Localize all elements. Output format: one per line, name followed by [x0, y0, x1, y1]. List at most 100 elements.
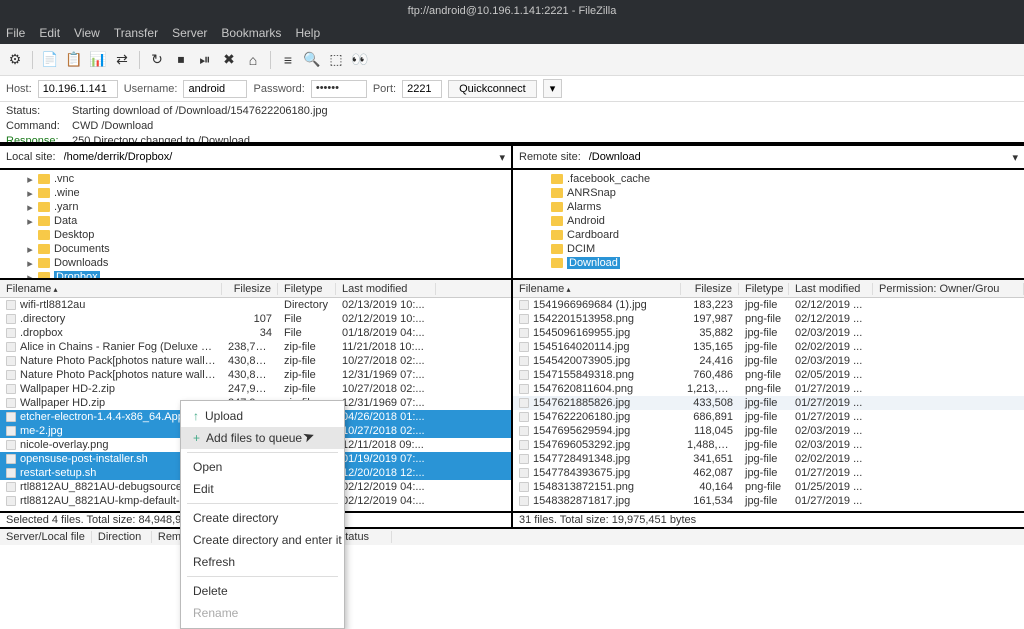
tree-item[interactable]: ▸Documents [4, 242, 507, 256]
file-row[interactable]: 1547696053292.jpg1,488,196jpg-file02/03/… [513, 438, 1024, 452]
file-row[interactable]: 1547784393675.jpg462,087jpg-file01/27/20… [513, 466, 1024, 480]
toolbar-icon[interactable]: 📋 [65, 51, 83, 69]
toolbar-icon[interactable]: ✖ [220, 51, 238, 69]
toolbar-icon[interactable]: ⌂ [244, 51, 262, 69]
col-modified[interactable]: Last modified [789, 283, 873, 295]
transfer-queue-header[interactable]: Server/Local fileDirectionRemoteityStatu… [0, 527, 1024, 545]
toolbar-icon[interactable]: 👀 [351, 51, 369, 69]
queue-col[interactable]: Direction [92, 531, 152, 543]
file-row[interactable]: .dropbox34File01/18/2019 04:... [0, 326, 511, 340]
local-site-input[interactable] [64, 151, 492, 163]
expand-icon[interactable]: ▸ [26, 243, 34, 256]
host-input[interactable] [38, 80, 118, 98]
tree-item[interactable]: Desktop [4, 228, 507, 242]
local-tree[interactable]: ▸.vnc▸.wine▸.yarn▸DataDesktop▸Documents▸… [0, 170, 511, 280]
menu-bookmarks[interactable]: Bookmarks [221, 26, 281, 40]
toolbar-icon[interactable]: ⚙ [6, 51, 24, 69]
expand-icon[interactable]: ▸ [26, 257, 34, 270]
file-row[interactable]: Wallpaper HD-2.zip247,995,...zip-file10/… [0, 382, 511, 396]
tree-item[interactable]: .facebook_cache [517, 172, 1020, 186]
col-filetype[interactable]: Filetype [278, 283, 336, 295]
menu-server[interactable]: Server [172, 26, 207, 40]
tree-item[interactable]: Cardboard [517, 228, 1020, 242]
remote-site-input[interactable] [589, 151, 1005, 163]
file-row[interactable]: 1545164020114.jpg135,165jpg-file02/02/20… [513, 340, 1024, 354]
expand-icon[interactable]: ▸ [26, 215, 34, 228]
file-row[interactable]: 1547695629594.jpg118,045jpg-file02/03/20… [513, 424, 1024, 438]
toolbar-icon[interactable]: ≡ [279, 51, 297, 69]
tree-item[interactable]: ▸.vnc [4, 172, 507, 186]
file-row[interactable]: 1547620811604.png1,213,770png-file01/27/… [513, 382, 1024, 396]
remote-site-dropdown-icon[interactable]: ▾ [1012, 151, 1018, 164]
file-row[interactable]: 1547728491348.jpg341,651jpg-file02/02/20… [513, 452, 1024, 466]
local-list-header[interactable]: Filename Filesize Filetype Last modified [0, 280, 511, 298]
file-row[interactable]: 1548313872151.png40,164png-file01/25/201… [513, 480, 1024, 494]
toolbar-icon[interactable]: ⏹ [172, 51, 190, 69]
col-filesize[interactable]: Filesize [222, 283, 278, 295]
menu-file[interactable]: File [6, 26, 25, 40]
col-filetype[interactable]: Filetype [739, 283, 789, 295]
tree-item[interactable]: ▸.yarn [4, 200, 507, 214]
col-filename[interactable]: Filename [513, 283, 681, 295]
context-open[interactable]: Open [181, 456, 344, 478]
tree-item[interactable]: Android [517, 214, 1020, 228]
tree-item[interactable]: Download [517, 256, 1020, 270]
toolbar-icon[interactable]: 📄 [41, 51, 59, 69]
queue-col[interactable]: Server/Local file [0, 531, 92, 543]
port-input[interactable] [402, 80, 442, 98]
expand-icon[interactable]: ▸ [26, 187, 34, 200]
toolbar-icon[interactable]: ⬚ [327, 51, 345, 69]
menu-transfer[interactable]: Transfer [114, 26, 158, 40]
menu-help[interactable]: Help [295, 26, 320, 40]
menu-view[interactable]: View [74, 26, 100, 40]
context-upload[interactable]: ↑Upload [181, 405, 344, 427]
context-create-directory[interactable]: Create directory [181, 507, 344, 529]
context-create-directory-and-enter-it[interactable]: Create directory and enter it [181, 529, 344, 551]
quickconnect-dropdown[interactable]: ▾ [543, 79, 563, 98]
toolbar-icon[interactable]: ↻ [148, 51, 166, 69]
file-row[interactable]: 1547622206180.jpg686,891jpg-file01/27/20… [513, 410, 1024, 424]
file-row[interactable]: Nature Photo Pack[photos nature wallpape… [0, 354, 511, 368]
tree-item[interactable]: ▸Downloads [4, 256, 507, 270]
context-refresh[interactable]: Refresh [181, 551, 344, 573]
col-modified[interactable]: Last modified [336, 283, 436, 295]
file-row[interactable]: 1547621885826.jpg433,508jpg-file01/27/20… [513, 396, 1024, 410]
col-permissions[interactable]: Permission: Owner/Grou [873, 283, 1024, 295]
expand-icon[interactable]: ▸ [26, 201, 34, 214]
file-row[interactable]: 1548382871817.jpg161,534jpg-file01/27/20… [513, 494, 1024, 508]
col-filesize[interactable]: Filesize [681, 283, 739, 295]
quickconnect-button[interactable]: Quickconnect [448, 80, 537, 98]
toolbar-icon[interactable]: ⏯ [196, 51, 214, 69]
local-site-dropdown-icon[interactable]: ▾ [499, 151, 505, 164]
file-row[interactable]: 1541966969684 (1).jpg183,223jpg-file02/1… [513, 298, 1024, 312]
expand-icon[interactable]: ▸ [26, 173, 34, 186]
password-input[interactable]: •••••• [311, 80, 367, 98]
tree-item[interactable]: Alarms [517, 200, 1020, 214]
tree-item[interactable]: DCIM [517, 242, 1020, 256]
context-add-files-to-queue[interactable]: +Add files to queue [181, 427, 344, 449]
remote-list-header[interactable]: Filename Filesize Filetype Last modified… [513, 280, 1024, 298]
username-input[interactable] [183, 80, 247, 98]
expand-icon[interactable]: ▸ [26, 271, 34, 281]
file-row[interactable]: 1542201513958.png197,987png-file02/12/20… [513, 312, 1024, 326]
tree-item[interactable]: ANRSnap [517, 186, 1020, 200]
file-row[interactable]: 1547155849318.png760,486png-file02/05/20… [513, 368, 1024, 382]
tree-item[interactable]: ▸Dropbox [4, 270, 507, 280]
file-row[interactable]: wifi-rtl8812auDirectory02/13/2019 10:... [0, 298, 511, 312]
file-row[interactable]: .directory107File02/12/2019 10:... [0, 312, 511, 326]
remote-tree[interactable]: .facebook_cacheANRSnapAlarmsAndroidCardb… [513, 170, 1024, 280]
file-row[interactable]: Alice in Chains - Ranier Fog (Deluxe 2CD… [0, 340, 511, 354]
file-row[interactable]: 1545420073905.jpg24,416jpg-file02/03/201… [513, 354, 1024, 368]
col-filename[interactable]: Filename [0, 283, 222, 295]
file-row[interactable]: Nature Photo Pack[photos nature wallpape… [0, 368, 511, 382]
toolbar-icon[interactable]: 📊 [89, 51, 107, 69]
context-delete[interactable]: Delete [181, 580, 344, 602]
toolbar-icon[interactable]: 🔍 [303, 51, 321, 69]
menu-edit[interactable]: Edit [39, 26, 60, 40]
file-row[interactable]: 1545096169955.jpg35,882jpg-file02/03/201… [513, 326, 1024, 340]
remote-file-list[interactable]: 1541966969684 (1).jpg183,223jpg-file02/1… [513, 298, 1024, 511]
context-edit[interactable]: Edit [181, 478, 344, 500]
tree-item[interactable]: ▸.wine [4, 186, 507, 200]
toolbar-icon[interactable]: ⇄ [113, 51, 131, 69]
tree-item[interactable]: ▸Data [4, 214, 507, 228]
